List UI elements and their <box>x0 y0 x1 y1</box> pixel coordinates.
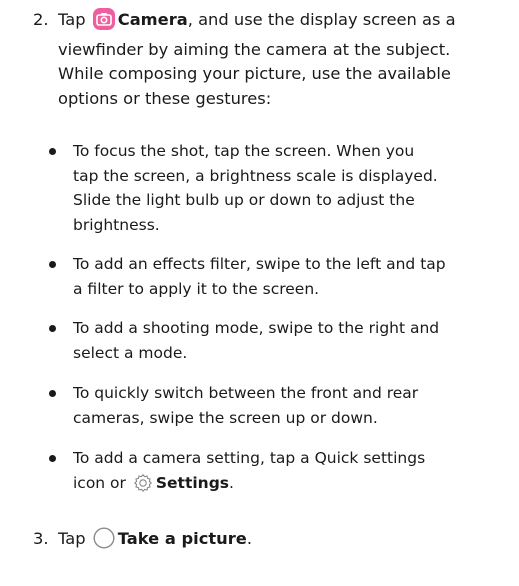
bullet-dot <box>49 325 56 332</box>
camera-app-icon <box>92 8 115 38</box>
step-2-line-1: Tap Camera, and use the display screen a… <box>58 8 514 38</box>
step-3-suffix: . <box>246 529 253 548</box>
bullet-dot <box>49 455 56 462</box>
bullet-line: Slide the light bulb up or down to adjus… <box>73 191 415 209</box>
bullet-line-prefix: icon or <box>73 473 126 492</box>
step-2-prefix: Tap <box>58 10 86 29</box>
camera-instructions-page: 2. Tap Camera, and use the display scree… <box>0 0 519 586</box>
bullet-line: a filter to apply it to the screen. <box>73 279 320 298</box>
step-number: 2. <box>33 10 49 29</box>
shutter-button-icon <box>93 527 115 557</box>
bullet-dot <box>49 261 56 268</box>
step-2-text: Tap Camera, and use the display screen a… <box>58 8 514 111</box>
step-2-line-4: options or these gestures: <box>58 88 272 108</box>
bullet-line: tap the screen, a brightness scale is di… <box>73 166 438 185</box>
bullet-line: To add a shooting mode, swipe to the rig… <box>73 319 440 337</box>
bullet-line: To add an effects filter, swipe to the l… <box>73 255 446 273</box>
step-2-line-3: While composing your picture, use the av… <box>58 64 451 83</box>
bullet-line-suffix: . <box>229 473 234 492</box>
bullet-line: select a mode. <box>73 343 188 362</box>
step-2-line-2: viewfinder by aiming the camera at the s… <box>58 39 451 59</box>
bullet-dot <box>49 390 56 397</box>
settings-label: Settings <box>155 473 230 492</box>
step-3-text: Tap Take a picture. <box>58 527 514 557</box>
bullet-text: To focus the shot, tap the screen. When … <box>73 139 513 237</box>
take-picture-label: Take a picture <box>117 529 247 548</box>
bullet-line: brightness. <box>73 215 160 234</box>
bullet-line: To add a camera setting, tap a Quick set… <box>73 449 426 467</box>
bullet-line: To focus the shot, tap the screen. When … <box>73 142 415 160</box>
bullet-line: To quickly switch between the front and … <box>73 384 419 402</box>
step-2-line-1-suffix: , and use the display screen as a <box>187 10 456 29</box>
bullet-text: To add a shooting mode, swipe to the rig… <box>73 316 513 365</box>
bullet-text: To add an effects filter, swipe to the l… <box>73 252 513 301</box>
bullet-text: To quickly switch between the front and … <box>73 381 513 430</box>
bullet-line: cameras, swipe the screen up or down. <box>73 408 378 427</box>
step-number: 3. <box>33 529 49 548</box>
bullet-dot <box>49 148 56 155</box>
gear-icon <box>133 473 153 501</box>
bullet-text: To add a camera setting, tap a Quick set… <box>73 446 513 500</box>
step-3-prefix: Tap <box>58 529 86 548</box>
bullet-line-with-icon: icon or Settings. <box>73 471 513 501</box>
camera-label: Camera <box>117 10 188 29</box>
